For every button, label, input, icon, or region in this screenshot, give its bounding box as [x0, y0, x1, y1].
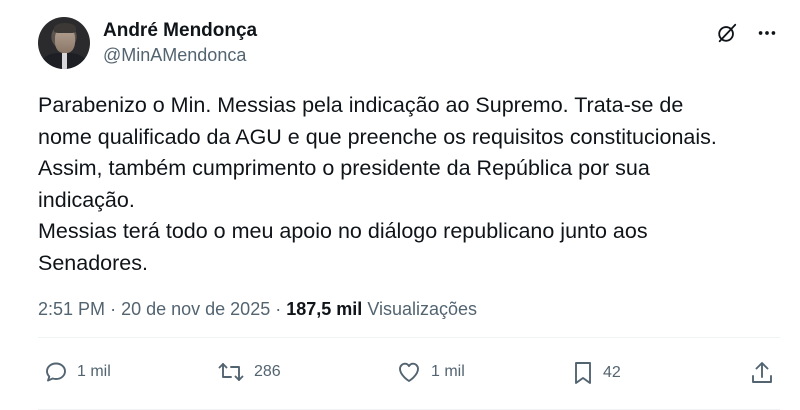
author-display-name[interactable]: André Mendonça: [103, 19, 257, 43]
reply-button[interactable]: 1 mil: [44, 360, 111, 384]
avatar-hair: [54, 23, 76, 33]
repost-count: 286: [254, 363, 281, 380]
views-label: Visualizações: [367, 299, 478, 319]
like-button[interactable]: 1 mil: [396, 360, 465, 384]
tweet-text-line: nome qualificado da AGU e que preenche o…: [38, 124, 717, 149]
tweet-text-line: indicação.: [38, 187, 135, 212]
reply-icon: [46, 362, 66, 382]
like-icon: [399, 362, 419, 382]
tweet-time[interactable]: 2:51 PM: [38, 299, 105, 319]
author-handle[interactable]: @MinAMendonca: [103, 43, 257, 67]
avatar-tie: [62, 53, 67, 69]
bookmark-button[interactable]: 42: [572, 360, 621, 386]
author-names: André Mendonça @MinAMendonca: [103, 19, 257, 67]
grok-icon[interactable]: [716, 22, 738, 44]
views-count[interactable]: 187,5 mil: [286, 299, 362, 319]
meta-separator: ·: [110, 299, 117, 319]
more-icon[interactable]: [756, 22, 778, 44]
tweet-header: André Mendonça @MinAMendonca: [38, 17, 257, 69]
repost-icon: [218, 363, 244, 381]
tweet-date[interactable]: 20 de nov de 2025: [121, 299, 270, 319]
tweet-text-line: Senadores.: [38, 250, 148, 275]
tweet-actions: 1 mil 286 1 mil 42: [44, 360, 780, 390]
tweet-top-icons: [716, 22, 778, 44]
divider: [38, 337, 780, 338]
share-button[interactable]: [750, 360, 774, 386]
bookmark-count: 42: [603, 364, 621, 381]
meta-separator: ·: [275, 299, 282, 319]
share-icon: [752, 362, 772, 383]
like-count: 1 mil: [431, 363, 465, 380]
tweet-text: Parabenizo o Min. Messias pela indicação…: [38, 90, 778, 279]
bookmark-icon: [575, 362, 591, 384]
tweet-meta: 2:51 PM · 20 de nov de 2025 · 187,5 mil …: [38, 297, 477, 321]
avatar[interactable]: [38, 17, 90, 69]
repost-button[interactable]: 286: [217, 360, 281, 384]
tweet-text-line: Parabenizo o Min. Messias pela indicação…: [38, 93, 684, 117]
tweet: André Mendonça @MinAMendonca Parabenizo …: [0, 0, 800, 410]
reply-count: 1 mil: [77, 363, 111, 380]
tweet-text-line: Assim, também cumprimento o presidente d…: [38, 156, 650, 180]
tweet-text-line: Messias terá todo o meu apoio no diálogo…: [38, 219, 648, 243]
